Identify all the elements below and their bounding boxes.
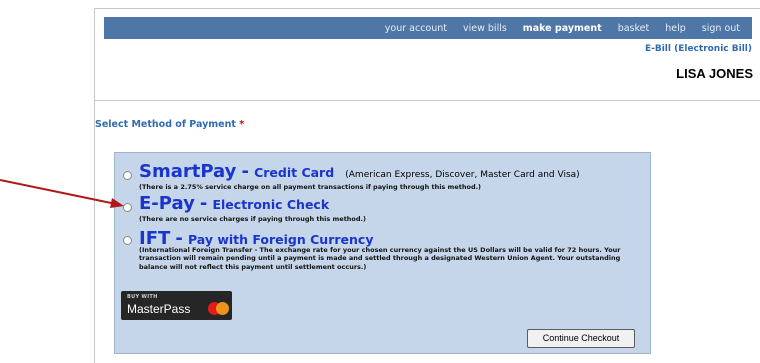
arrow-head: [110, 198, 124, 208]
arrow-line: [0, 179, 117, 205]
annotation-arrow-icon: [0, 179, 124, 208]
